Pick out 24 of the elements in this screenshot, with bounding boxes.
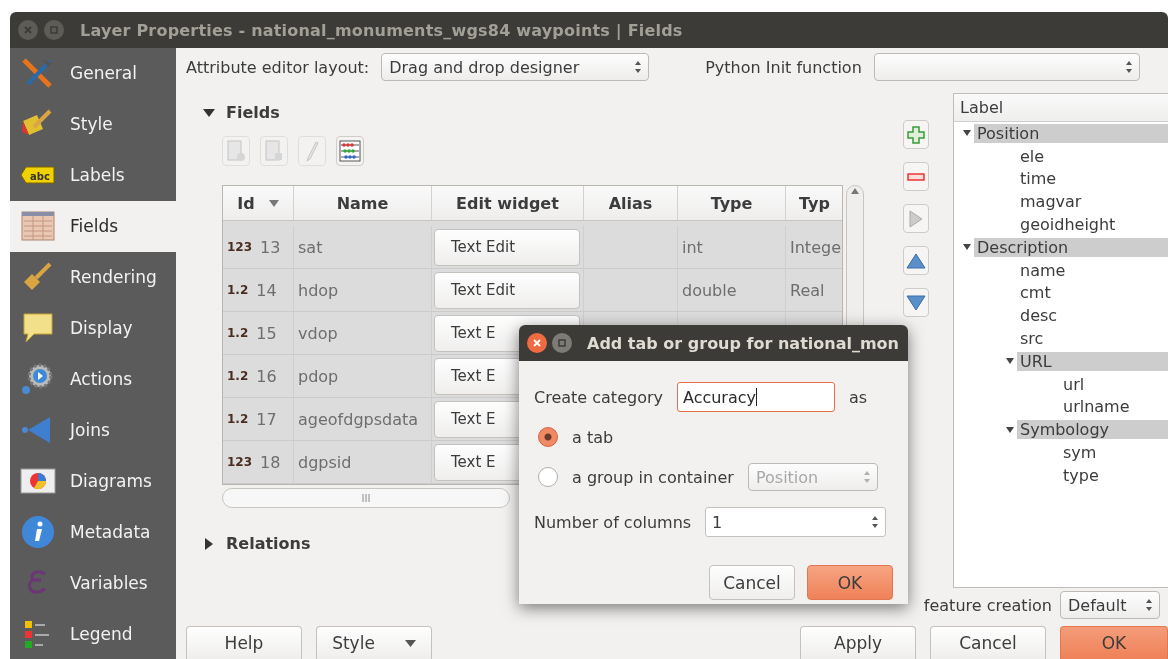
field-label: Number of columns [534, 512, 692, 532]
table-cell: 1.2 15 [223, 312, 294, 355]
table-cell: ageofdgpsdata [294, 398, 432, 441]
table-cell: pdop [294, 355, 432, 398]
table-cell: Real [786, 269, 842, 312]
field-label: as [848, 387, 868, 407]
tag-icon: abc [20, 165, 56, 186]
table-cell: hdop [294, 269, 432, 312]
field-label: Attribute editor layout: [186, 57, 370, 77]
table-cell: 123 18 [223, 441, 294, 484]
dialog-title: Add tab or group for national_mon [587, 333, 899, 353]
table-cell: double [678, 269, 786, 312]
table-cell: Intege [786, 226, 842, 269]
table-cell: 1.2 16 [223, 355, 294, 398]
table-cell: 1.2 17 [223, 398, 294, 441]
table-cell: dgpsid [294, 441, 432, 484]
table-cell: 123 13 [223, 226, 294, 269]
field-label: Python Init function [705, 57, 862, 77]
table-cell: vdop [294, 312, 432, 355]
field-label: feature creation [923, 595, 1052, 615]
table-cell: int [678, 226, 786, 269]
table-cell: 1.2 14 [223, 269, 294, 312]
table-cell: sat [294, 226, 432, 269]
window-title: Layer Properties - national_monuments_wgs84 waypoints | Fields [80, 20, 683, 40]
